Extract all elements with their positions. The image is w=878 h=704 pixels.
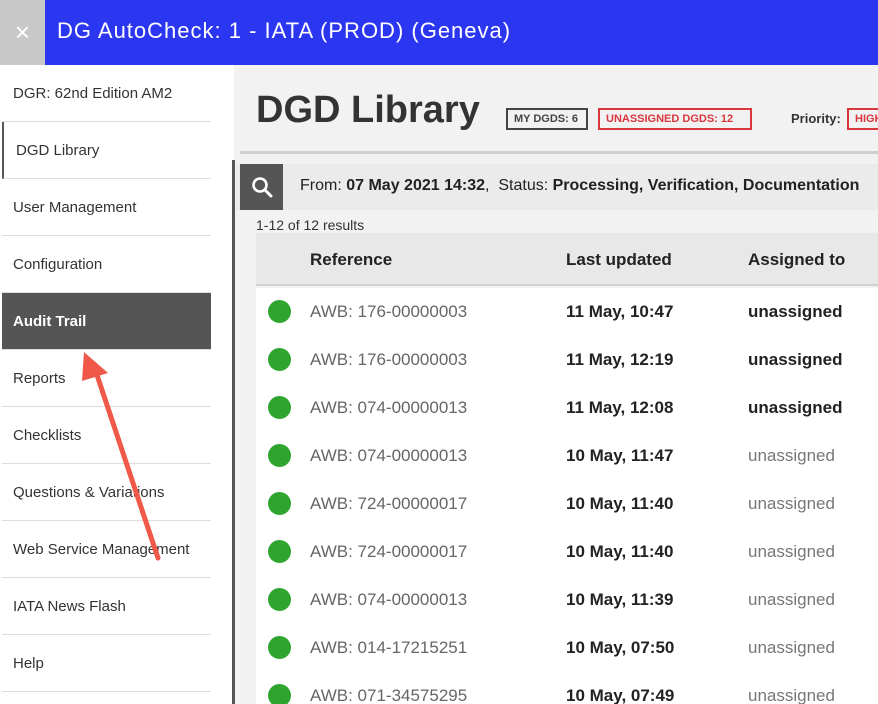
status-value: Processing, Verification, Documentation: [552, 177, 860, 194]
filter-summary[interactable]: From: 07 May 2021 14:32, Status: Process…: [300, 177, 859, 195]
table-header: Reference Last updated Assigned to: [256, 233, 878, 286]
table-row[interactable]: AWB: 724-00000017 10 May, 11:40 unassign…: [256, 480, 878, 528]
column-assigned-to[interactable]: Assigned to: [748, 250, 845, 270]
main-content: DGD Library MY DGDS: 6 UNASSIGNED DGDS: …: [236, 65, 878, 704]
row-last-updated: 10 May, 11:47: [566, 446, 674, 465]
priority-label: Priority:: [791, 111, 841, 126]
row-reference: AWB: 724-00000017: [310, 494, 468, 513]
row-reference: AWB: 176-00000003: [310, 302, 468, 321]
unassigned-dgds-badge[interactable]: UNASSIGNED DGDS: 12: [598, 108, 752, 130]
row-assigned-to: unassigned: [748, 446, 835, 465]
sidebar-item-dgd-library[interactable]: DGD Library: [2, 122, 211, 179]
results-count: 1-12 of 12 results: [256, 217, 365, 233]
row-last-updated: 10 May, 07:49: [566, 686, 675, 704]
row-reference: AWB: 176-00000003: [310, 350, 468, 369]
row-assigned-to: unassigned: [748, 638, 835, 657]
status-dot-icon: [268, 684, 291, 704]
sidebar-item-audit-trail[interactable]: Audit Trail: [2, 293, 211, 350]
table-row[interactable]: AWB: 074-00000013 10 May, 11:47 unassign…: [256, 432, 878, 480]
table-row[interactable]: AWB: 724-00000017 10 May, 11:40 unassign…: [256, 528, 878, 576]
app-title: DG AutoCheck: 1 - IATA (PROD) (Geneva): [57, 18, 512, 43]
from-label: From:: [300, 177, 342, 194]
search-icon: [251, 177, 272, 198]
row-assigned-to: unassigned: [748, 686, 835, 704]
row-reference: AWB: 071-34575295: [310, 686, 468, 704]
status-dot-icon: [268, 636, 291, 659]
page-title: DGD Library: [256, 89, 480, 131]
table-row[interactable]: AWB: 014-17215251 10 May, 07:50 unassign…: [256, 624, 878, 672]
filter-bar: From: 07 May 2021 14:32, Status: Process…: [236, 164, 878, 210]
status-dot-icon: [268, 444, 291, 467]
top-bar: × DG AutoCheck: 1 - IATA (PROD) (Geneva): [0, 0, 878, 65]
row-reference: AWB: 074-00000013: [310, 398, 468, 417]
row-last-updated: 11 May, 10:47: [566, 302, 674, 321]
column-last-updated[interactable]: Last updated: [566, 250, 672, 270]
row-last-updated: 10 May, 11:40: [566, 494, 674, 513]
priority-high-badge[interactable]: HIGH: [847, 108, 878, 130]
my-dgds-badge[interactable]: MY DGDS: 6: [506, 108, 588, 130]
sidebar-item-dgr[interactable]: DGR: 62nd Edition AM2: [2, 65, 211, 122]
status-dot-icon: [268, 588, 291, 611]
sidebar-item-checklists[interactable]: Checklists: [2, 407, 211, 464]
table-row[interactable]: AWB: 176-00000003 11 May, 10:47 unassign…: [256, 288, 878, 336]
row-assigned-to: unassigned: [748, 302, 843, 321]
row-reference: AWB: 014-17215251: [310, 638, 468, 657]
close-icon[interactable]: ×: [0, 0, 45, 65]
sidebar-item-user-management[interactable]: User Management: [2, 179, 211, 236]
table-row[interactable]: AWB: 176-00000003 11 May, 12:19 unassign…: [256, 336, 878, 384]
from-value: 07 May 2021 14:32: [346, 177, 486, 194]
row-assigned-to: unassigned: [748, 542, 835, 561]
table-row[interactable]: AWB: 074-00000013 10 May, 11:39 unassign…: [256, 576, 878, 624]
status-dot-icon: [268, 300, 291, 323]
row-last-updated: 11 May, 12:19: [566, 350, 674, 369]
row-last-updated: 10 May, 11:40: [566, 542, 674, 561]
row-assigned-to: unassigned: [748, 350, 843, 369]
row-reference: AWB: 724-00000017: [310, 542, 468, 561]
table-row[interactable]: AWB: 074-00000013 11 May, 12:08 unassign…: [256, 384, 878, 432]
status-dot-icon: [268, 540, 291, 563]
table-row[interactable]: AWB: 071-34575295 10 May, 07:49 unassign…: [256, 672, 878, 704]
filter-separator: ,: [485, 177, 490, 194]
row-assigned-to: unassigned: [748, 590, 835, 609]
row-last-updated: 10 May, 11:39: [566, 590, 674, 609]
row-assigned-to: unassigned: [748, 398, 843, 417]
row-reference: AWB: 074-00000013: [310, 590, 468, 609]
row-last-updated: 10 May, 07:50: [566, 638, 675, 657]
sidebar-scrollbar[interactable]: [232, 160, 235, 704]
sidebar-item-help[interactable]: Help: [2, 635, 211, 692]
row-reference: AWB: 074-00000013: [310, 446, 468, 465]
sidebar-item-web-service-management[interactable]: Web Service Management: [2, 521, 211, 578]
sidebar-item-iata-news-flash[interactable]: IATA News Flash: [2, 578, 211, 635]
row-assigned-to: unassigned: [748, 494, 835, 513]
status-dot-icon: [268, 396, 291, 419]
status-label: Status:: [498, 177, 549, 194]
search-button[interactable]: [240, 164, 283, 210]
column-reference[interactable]: Reference: [310, 250, 392, 270]
header-divider: [240, 151, 878, 154]
sidebar-item-configuration[interactable]: Configuration: [2, 236, 211, 293]
row-last-updated: 11 May, 12:08: [566, 398, 674, 417]
status-dot-icon: [268, 492, 291, 515]
sidebar-menu: DGR: 62nd Edition AM2 DGD Library User M…: [0, 65, 234, 704]
status-dot-icon: [268, 348, 291, 371]
sidebar-item-reports[interactable]: Reports: [2, 350, 211, 407]
sidebar-item-questions-variations[interactable]: Questions & Variations: [2, 464, 211, 521]
